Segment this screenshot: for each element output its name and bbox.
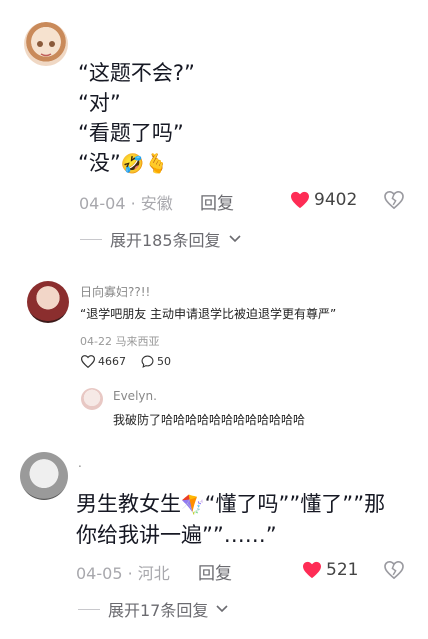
- comment-line: “没”🤣🫰: [78, 148, 408, 179]
- comment-meta: 04-05 · 河北: [76, 564, 170, 583]
- expand-replies[interactable]: 展开17条回复: [78, 597, 228, 621]
- comment-bubble-icon: [141, 355, 154, 368]
- reply-button[interactable]: 回复: [200, 189, 234, 214]
- like-count: 4667: [98, 355, 126, 368]
- comment-username[interactable]: .: [78, 456, 82, 470]
- like-count: 9402: [314, 190, 358, 210]
- heart-filled-icon: [291, 191, 309, 209]
- avatar[interactable]: [20, 452, 68, 500]
- comment-location: 河北: [137, 564, 170, 583]
- kite-emoji-icon: 🪁: [181, 494, 205, 516]
- comment-line-text: 男生教女生: [76, 492, 181, 516]
- chevron-down-icon: [228, 235, 241, 243]
- comment-line: 男生教女生🪁“懂了吗””懂了””那: [76, 489, 416, 520]
- avatar[interactable]: [24, 22, 68, 66]
- reply-body: 我破防了哈哈哈哈哈哈哈哈哈哈哈哈: [113, 413, 306, 427]
- comment-username[interactable]: 日向寡妇??!!: [80, 283, 150, 300]
- chevron-down-icon: [216, 605, 228, 613]
- comment-line: “看题了吗”: [78, 121, 184, 145]
- heart-outline-icon: [81, 355, 95, 368]
- expand-replies-label: 展开185条回复: [110, 231, 221, 250]
- dislike-button[interactable]: [384, 560, 404, 583]
- comment-line: “对”: [78, 91, 121, 115]
- comment-body: “这题不会?” “对” “看题了吗” “没”🤣🫰: [78, 58, 408, 179]
- broken-heart-icon: [384, 190, 404, 210]
- comment-body: 男生教女生🪁“懂了吗””懂了””那 你给我讲一遍””……”: [76, 489, 416, 550]
- comment-line-text: “懂了吗””懂了””那: [204, 492, 386, 516]
- heart-filled-icon: [303, 561, 321, 579]
- broken-heart-icon: [384, 560, 404, 580]
- reply-avatar[interactable]: [81, 388, 103, 410]
- comment-body: “退学吧朋友 主动申请退学比被迫退学更有尊严”: [80, 307, 337, 321]
- comment-line: 你给我讲一遍””……”: [76, 523, 277, 547]
- divider-line: [80, 238, 102, 240]
- comment-count-button[interactable]: 50: [141, 355, 171, 368]
- finger-heart-emoji-icon: 🫰: [144, 153, 169, 175]
- comment-date: 04-04: [79, 194, 126, 213]
- comment-meta: 04-04 · 安徽: [79, 194, 173, 213]
- dislike-button[interactable]: [384, 190, 404, 213]
- avatar-face-icon: [37, 41, 55, 57]
- rofl-emoji-icon: 🤣: [120, 153, 145, 175]
- expand-replies[interactable]: 展开185条回复: [80, 227, 241, 251]
- comment-line: “这题不会?”: [78, 61, 195, 85]
- comment-date: 04-22: [80, 335, 112, 348]
- avatar[interactable]: [27, 281, 69, 323]
- like-count: 521: [326, 560, 359, 580]
- divider-line: [78, 608, 100, 610]
- comment-line-text: “没”: [78, 151, 121, 175]
- reply-button[interactable]: 回复: [198, 559, 232, 584]
- reply-username[interactable]: Evelyn.: [113, 389, 157, 403]
- like-button[interactable]: 4667: [81, 355, 126, 368]
- like-button[interactable]: 521: [302, 560, 358, 580]
- like-button[interactable]: 9402: [290, 190, 357, 210]
- comment-count: 50: [157, 355, 171, 368]
- comment-location: 安徽: [140, 194, 173, 213]
- comment-meta: 04-22 马来西亚: [80, 333, 159, 349]
- comment-location: 马来西亚: [115, 335, 160, 348]
- comment-date: 04-05: [76, 564, 123, 583]
- expand-replies-label: 展开17条回复: [108, 601, 209, 620]
